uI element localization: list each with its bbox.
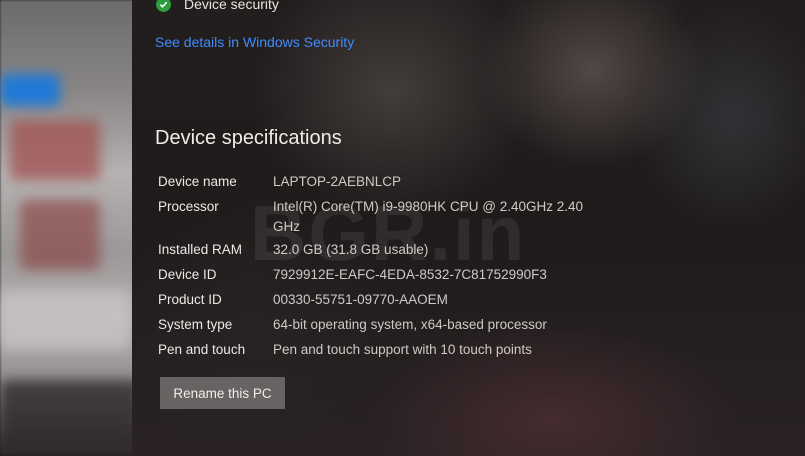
blurred-nav-highlight: [0, 74, 60, 106]
windows-security-link[interactable]: See details in Windows Security: [155, 34, 354, 50]
device-specifications-heading: Device specifications: [155, 127, 342, 149]
blurred-left-pane: [0, 0, 140, 456]
spec-value: LAPTOP-2AEBNLCP: [273, 174, 402, 189]
spec-label: Installed RAM: [158, 242, 243, 257]
spec-label: Processor: [158, 199, 219, 214]
spec-row-device-name: Device name LAPTOP-2AEBNLCP: [158, 172, 613, 192]
device-security-label: Device security: [184, 0, 279, 12]
spec-value: 64-bit operating system, x64-based proce…: [273, 317, 547, 332]
spec-value: Pen and touch support with 10 touch poin…: [273, 342, 532, 357]
blurred-region: [0, 290, 130, 350]
blurred-region: [20, 200, 100, 270]
spec-row-product-id: Product ID 00330-55751-09770-AAOEM: [158, 290, 613, 310]
spec-row-pen-and-touch: Pen and touch Pen and touch support with…: [158, 340, 613, 360]
spec-row-system-type: System type 64-bit operating system, x64…: [158, 315, 613, 335]
spec-label: Product ID: [158, 292, 222, 307]
spec-label: System type: [158, 317, 233, 332]
spec-row-device-id: Device ID 7929912E-EAFC-4EDA-8532-7C8175…: [158, 265, 613, 285]
blurred-region: [0, 380, 140, 456]
spec-value: 32.0 GB (31.8 GB usable): [273, 242, 429, 257]
spec-label: Pen and touch: [158, 342, 246, 357]
spec-label: Device ID: [158, 267, 217, 282]
spec-row-processor: Processor Intel(R) Core(TM) i9-9980HK CP…: [158, 197, 613, 237]
check-circle-icon: [156, 0, 171, 12]
spec-value: 00330-55751-09770-AAOEM: [273, 292, 448, 307]
about-settings-panel: Device security See details in Windows S…: [132, 0, 805, 456]
spec-label: Device name: [158, 174, 237, 189]
spec-value: Intel(R) Core(TM) i9-9980HK CPU @ 2.40GH…: [273, 199, 584, 234]
photo-of-settings-screen: Device security See details in Windows S…: [0, 0, 805, 456]
spec-value: 7929912E-EAFC-4EDA-8532-7C81752990F3: [273, 267, 547, 282]
rename-this-pc-button[interactable]: Rename this PC: [160, 377, 285, 409]
blurred-region: [10, 120, 100, 180]
spec-row-installed-ram: Installed RAM 32.0 GB (31.8 GB usable): [158, 240, 613, 260]
